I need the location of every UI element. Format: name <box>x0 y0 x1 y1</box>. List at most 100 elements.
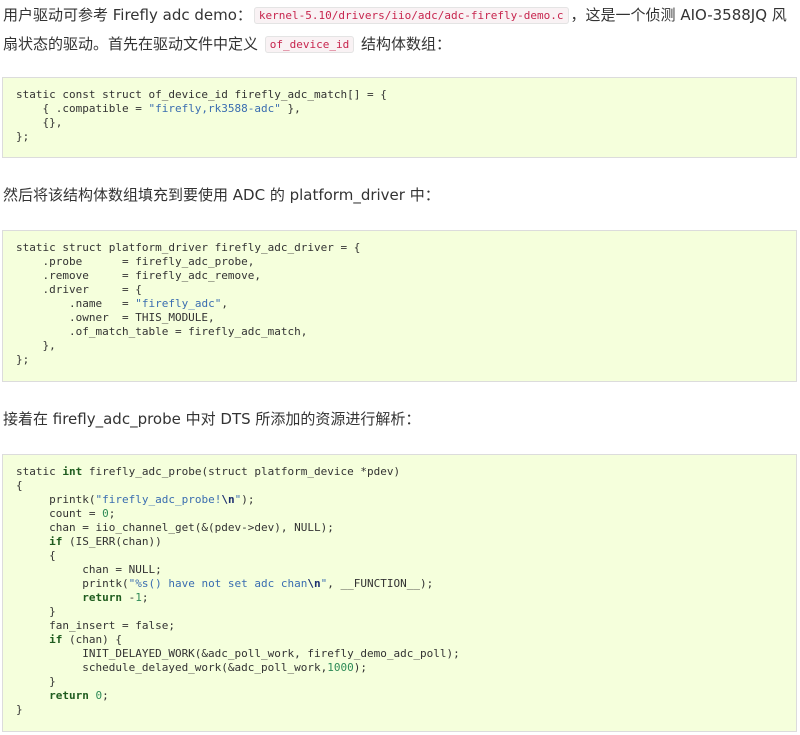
code-block-platform-driver: static struct platform_driver firefly_ad… <box>2 230 797 382</box>
code-token: if <box>49 535 63 548</box>
code-line: chan = NULL; <box>16 563 162 576</box>
code-token: ; <box>108 507 116 520</box>
code-token: .owner = THIS_MODULE, <box>16 311 215 324</box>
code-line: { <box>16 479 23 492</box>
code-token: int <box>62 465 83 478</box>
code-token: }; <box>16 130 30 143</box>
code-token: "firefly_adc" <box>135 297 222 310</box>
code-line: static const struct of_device_id firefly… <box>16 88 387 101</box>
code-line: .name = "firefly_adc", <box>16 297 228 310</box>
code-line: .owner = THIS_MODULE, <box>16 311 215 324</box>
code-line: { <box>16 549 56 562</box>
code-line: if (chan) { <box>16 633 122 646</box>
code-block-of-device-id: static const struct of_device_id firefly… <box>2 77 797 158</box>
code-token: }, <box>16 339 56 352</box>
code-token: ); <box>241 493 255 506</box>
code-line: schedule_delayed_work(&adc_poll_work,100… <box>16 661 367 674</box>
code-token: , <box>221 297 228 310</box>
code-token: 1 <box>135 591 142 604</box>
code-line: .of_match_table = firefly_adc_match, <box>16 325 307 338</box>
code-line: fan_insert = false; <box>16 619 175 632</box>
code-token: }; <box>16 353 30 366</box>
code-token: firefly_adc_probe(struct platform_device… <box>82 465 401 478</box>
code-token: , __FUNCTION__); <box>327 577 434 590</box>
code-token: .driver = { <box>16 283 142 296</box>
code-line: } <box>16 675 56 688</box>
code-text: static const struct of_device_id firefly… <box>16 88 783 144</box>
code-token: static const struct of_device_id firefly… <box>16 88 387 101</box>
code-line: return -1; <box>16 591 148 604</box>
code-token: .of_match_table = firefly_adc_match, <box>16 325 308 338</box>
code-token: { .compatible = <box>16 102 149 115</box>
code-token: 1000 <box>327 661 354 674</box>
code-token: (IS_ERR(chan)) <box>62 535 162 548</box>
code-token: schedule_delayed_work(&adc_poll_work, <box>16 661 328 674</box>
code-token: static struct platform_driver firefly_ad… <box>16 241 361 254</box>
code-token: chan = NULL; <box>16 563 162 576</box>
code-token: count = <box>16 507 103 520</box>
code-token: 0 <box>102 507 109 520</box>
code-line: if (IS_ERR(chan)) <box>16 535 162 548</box>
code-token: fan_insert = false; <box>16 619 175 632</box>
code-token: .probe = firefly_adc_probe, <box>16 255 255 268</box>
code-token: printk( <box>16 493 96 506</box>
code-token: return <box>82 591 122 604</box>
code-token: ); <box>353 661 368 674</box>
code-line: .remove = firefly_adc_remove, <box>16 269 261 282</box>
paragraph-text: 结构体数组： <box>356 35 452 53</box>
code-line: static struct platform_driver firefly_ad… <box>16 241 360 254</box>
code-token: \n <box>307 577 321 590</box>
paragraph-text: 用户驱动可参考 Firefly adc demo： <box>3 6 252 24</box>
code-token: "firefly,rk3588-adc" <box>148 102 281 115</box>
code-token: INIT_DELAYED_WORK(&adc_poll_work, firefl… <box>16 647 460 660</box>
code-token: static <box>16 465 63 478</box>
code-line: }; <box>16 353 29 366</box>
code-token: - <box>121 591 136 604</box>
code-token: { <box>16 479 23 492</box>
code-line: printk("firefly_adc_probe!\n"); <box>16 493 254 506</box>
code-line: printk("%s() have not set adc chan\n", _… <box>16 577 433 590</box>
code-line: count = 0; <box>16 507 115 520</box>
code-line: {}, <box>16 116 62 129</box>
intro-paragraph: 用户驱动可参考 Firefly adc demo： kernel-5.10/dri… <box>3 1 796 59</box>
code-line: } <box>16 703 23 716</box>
code-token: ; <box>141 591 149 604</box>
code-token: } <box>16 703 23 716</box>
code-token: "firefly_adc_probe! <box>95 493 222 506</box>
code-token: }, <box>280 102 301 115</box>
paragraph-text: 接着在 firefly_adc_probe 中对 DTS 所添加的资源进行解析： <box>3 410 421 428</box>
code-text: static struct platform_driver firefly_ad… <box>16 241 783 367</box>
code-token: if <box>49 633 63 646</box>
code-token: printk( <box>16 577 129 590</box>
code-line: static int firefly_adc_probe(struct plat… <box>16 465 400 478</box>
probe-paragraph: 接着在 firefly_adc_probe 中对 DTS 所添加的资源进行解析： <box>3 405 796 433</box>
code-line: .probe = firefly_adc_probe, <box>16 255 254 268</box>
document-page: 用户驱动可参考 Firefly adc demo： kernel-5.10/dri… <box>0 0 800 735</box>
code-token: .name = <box>16 297 136 310</box>
code-token: .remove = firefly_adc_remove, <box>16 269 262 282</box>
platform-driver-paragraph: 然后将该结构体数组填充到要使用 ADC 的 platform_driver 中： <box>3 181 796 209</box>
code-token: \n <box>221 493 235 506</box>
code-line: INIT_DELAYED_WORK(&adc_poll_work, firefl… <box>16 647 460 660</box>
code-token: "%s() have not set adc chan <box>128 577 308 590</box>
code-line: }; <box>16 130 29 143</box>
code-token: chan = iio_channel_get(&(pdev->dev), NUL… <box>16 521 334 534</box>
code-line: }, <box>16 339 56 352</box>
code-token: (chan) { <box>62 633 122 646</box>
code-line: return 0; <box>16 689 109 702</box>
code-line: } <box>16 605 56 618</box>
code-block-probe-function: static int firefly_adc_probe(struct plat… <box>2 454 797 732</box>
inline-code: of_device_id <box>264 36 355 53</box>
code-token: } <box>16 675 56 688</box>
inline-code: kernel-5.10/drivers/iio/adc/adc-firefly-… <box>253 7 569 24</box>
code-token: {}, <box>16 116 63 129</box>
code-line: chan = iio_channel_get(&(pdev->dev), NUL… <box>16 521 334 534</box>
code-token: return <box>49 689 89 702</box>
code-token: { <box>16 549 56 562</box>
code-line: .driver = { <box>16 283 142 296</box>
code-text: static int firefly_adc_probe(struct plat… <box>16 465 783 717</box>
